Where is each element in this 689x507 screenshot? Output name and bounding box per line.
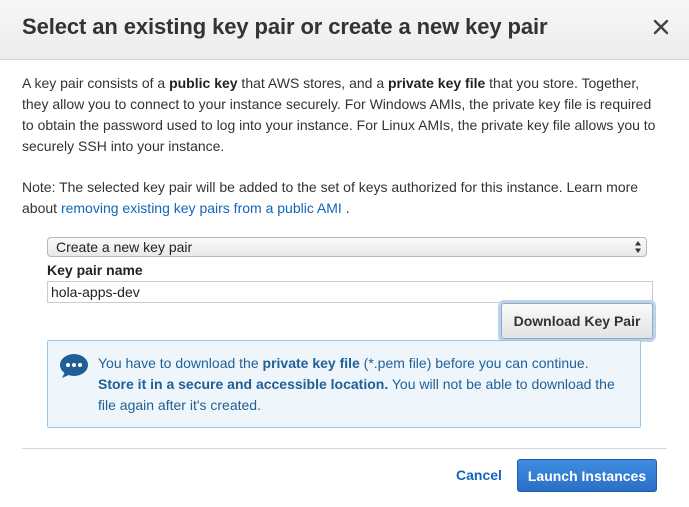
info-text-1: You have to download the xyxy=(98,355,263,371)
dialog-body: A key pair consists of a public key that… xyxy=(0,60,689,339)
intro-text-2: that AWS stores, and a xyxy=(237,75,388,91)
chat-bubble-icon xyxy=(60,354,88,378)
updown-arrows-icon xyxy=(635,241,641,253)
key-pair-name-label: Key pair name xyxy=(47,262,143,278)
dialog-header: Select an existing key pair or create a … xyxy=(0,0,689,60)
download-key-pair-button[interactable]: Download Key Pair xyxy=(501,303,653,339)
info-bold-store-securely: Store it in a secure and accessible loca… xyxy=(98,376,389,392)
footer-divider xyxy=(22,448,667,449)
intro-bold-public-key: public key xyxy=(169,75,238,91)
key-pair-select-value: Create a new key pair xyxy=(56,239,193,255)
key-pair-form: Create a new key pair Key pair name Down… xyxy=(47,237,653,339)
intro-paragraph: A key pair consists of a public key that… xyxy=(22,73,665,157)
key-pair-dialog: Select an existing key pair or create a … xyxy=(0,0,689,507)
note-end: . xyxy=(341,200,350,216)
cancel-button[interactable]: Cancel xyxy=(456,467,502,483)
intro-bold-private-key-file: private key file xyxy=(388,75,486,91)
info-alert: You have to download the private key fil… xyxy=(47,340,641,428)
launch-instances-button[interactable]: Launch Instances xyxy=(517,459,657,492)
note-paragraph: Note: The selected key pair will be adde… xyxy=(22,177,665,219)
dialog-title: Select an existing key pair or create a … xyxy=(22,14,548,39)
remove-key-pairs-link[interactable]: removing existing key pairs from a publi… xyxy=(61,200,342,216)
key-pair-select[interactable]: Create a new key pair xyxy=(47,237,647,257)
info-text-2: (*.pem file) before you can continue. xyxy=(359,355,589,371)
close-icon xyxy=(653,19,669,35)
info-bold-private-key-file: private key file xyxy=(262,355,360,371)
intro-text-1: A key pair consists of a xyxy=(22,75,170,91)
key-pair-name-input[interactable] xyxy=(47,281,653,303)
close-button[interactable] xyxy=(649,15,673,39)
